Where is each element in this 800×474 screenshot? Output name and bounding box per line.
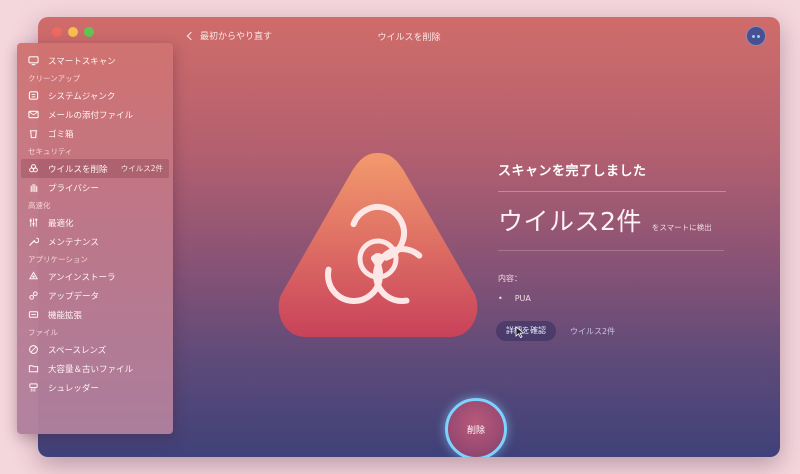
hand-icon	[28, 182, 39, 193]
delete-label: 削除	[466, 425, 485, 436]
mouse-cursor-icon	[515, 326, 525, 338]
sidebar-item-privacy[interactable]: プライバシー	[17, 178, 173, 197]
sidebar-item-system-junk[interactable]: システムジャンク	[17, 86, 173, 105]
sidebar-item-shredder[interactable]: シュレッダー	[17, 378, 173, 397]
sidebar-item-label: ウイルスを削除	[48, 164, 108, 175]
sidebar-item-label: 最適化	[48, 218, 74, 229]
sidebar-item-remove-virus[interactable]: ウイルスを削除 ウイルス2件	[21, 159, 169, 178]
divider	[498, 191, 726, 192]
window-title: ウイルスを削除	[377, 33, 441, 43]
sidebar-item-label: スマートスキャン	[48, 56, 116, 67]
sidebar-item-uninstaller[interactable]: アンインストーラ	[17, 267, 173, 286]
apps-icon	[28, 271, 39, 282]
review-row: 詳細を確認 ウイルス2件	[496, 321, 615, 341]
sidebar-item-extensions[interactable]: 機能拡張	[17, 305, 173, 324]
wrench-icon	[28, 236, 39, 247]
biohazard-icon	[28, 163, 39, 174]
assistant-dot-icon	[752, 34, 755, 38]
content-label: 内容：	[498, 274, 522, 283]
shredder-icon	[28, 382, 39, 393]
sidebar-section-speed: 高速化	[28, 201, 51, 210]
content-item: • PUA	[498, 294, 726, 303]
virus-count-sub: をスマートに検出	[651, 223, 712, 232]
assistant-button[interactable]	[746, 26, 766, 46]
bullet: •	[498, 294, 503, 303]
monitor-icon	[28, 55, 39, 66]
review-count: ウイルス2件	[570, 326, 616, 336]
assistant-dot-icon	[757, 34, 760, 38]
sidebar-item-mail-attachments[interactable]: メールの添付ファイル	[17, 105, 173, 124]
virus-count: ウイルス2件	[498, 207, 642, 236]
sliders-icon	[28, 217, 39, 228]
sidebar-section-cleanup: クリーンアップ	[28, 74, 81, 83]
mail-icon	[28, 109, 39, 120]
virus-count-badge: ウイルス2件	[120, 164, 163, 173]
sidebar-item-label: アップデータ	[48, 291, 100, 302]
sidebar-item-trash[interactable]: ゴミ箱	[17, 124, 173, 143]
sidebar-item-updater[interactable]: アップデータ	[17, 286, 173, 305]
sidebar: スマートスキャン クリーンアップ システムジャンク メールの添付ファイル ゴミ箱…	[17, 43, 173, 434]
extensions-icon	[28, 309, 39, 320]
sidebar-item-label: プライバシー	[48, 183, 99, 194]
folder-icon	[28, 363, 39, 374]
sidebar-item-large-old-files[interactable]: 大容量＆古いファイル	[17, 359, 173, 378]
sidebar-item-label: システムジャンク	[48, 91, 116, 102]
sidebar-item-label: スペースレンズ	[48, 345, 107, 356]
sidebar-item-label: 機能拡張	[48, 310, 83, 321]
sidebar-item-label: メンテナンス	[48, 237, 99, 248]
junk-icon	[28, 90, 39, 101]
sidebar-item-label: シュレッダー	[48, 383, 99, 394]
virus-count-row: ウイルス2件 をスマートに検出	[498, 202, 726, 238]
sidebar-section-applications: アプリケーション	[28, 255, 88, 264]
delete-button[interactable]: 削除	[445, 398, 507, 457]
sidebar-item-maintenance[interactable]: メンテナンス	[17, 232, 173, 251]
sidebar-item-label: 大容量＆古いファイル	[48, 364, 134, 375]
scan-result: スキャンを完了しました ウイルス2件 をスマートに検出 内容： • PUA	[498, 160, 726, 303]
sidebar-section-files: ファイル	[28, 328, 58, 337]
update-icon	[28, 290, 39, 301]
content-item-label: PUA	[514, 294, 531, 303]
sidebar-item-smart-scan[interactable]: スマートスキャン	[17, 51, 173, 70]
sidebar-item-optimization[interactable]: 最適化	[17, 213, 173, 232]
review-details-button[interactable]: 詳細を確認	[496, 321, 556, 341]
sidebar-item-label: メールの添付ファイル	[48, 110, 134, 121]
sidebar-item-label: ゴミ箱	[48, 129, 74, 140]
sidebar-item-space-lens[interactable]: スペースレンズ	[17, 340, 173, 359]
trash-icon	[28, 128, 39, 139]
sidebar-section-security: セキュリティ	[28, 147, 73, 156]
lens-icon	[28, 344, 39, 355]
biohazard-icon	[278, 153, 478, 337]
sidebar-item-label: アンインストーラ	[48, 272, 116, 283]
divider	[498, 250, 724, 251]
result-heading: スキャンを完了しました	[498, 164, 647, 179]
